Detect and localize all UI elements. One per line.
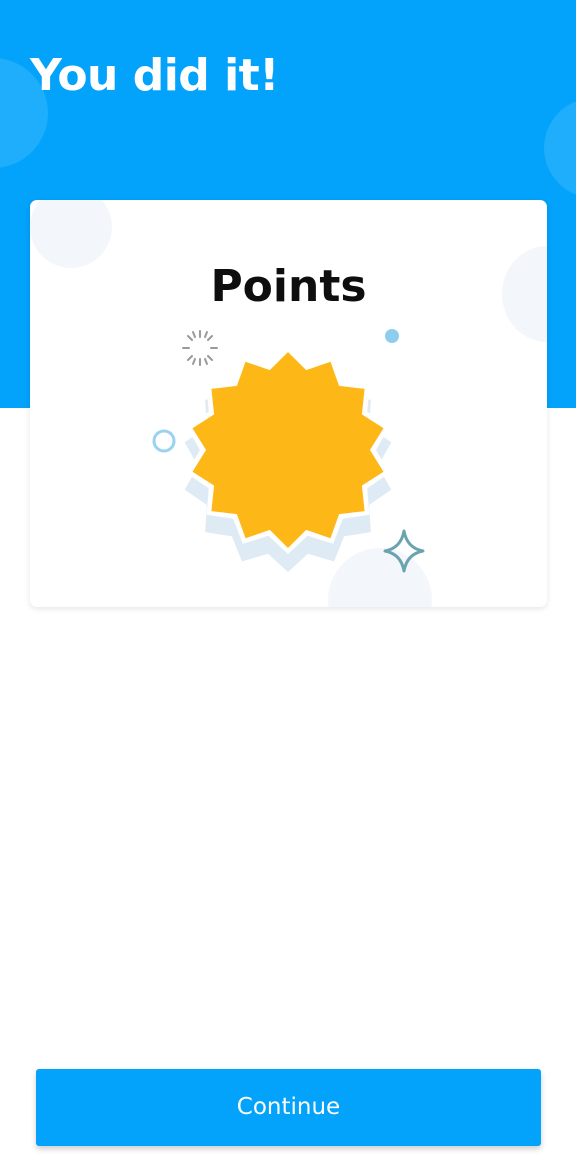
reward-illustration — [152, 329, 425, 573]
sparkle-star-icon — [383, 529, 425, 573]
continue-button[interactable]: Continue — [36, 1069, 541, 1146]
decorative-dot-icon — [385, 329, 399, 343]
sparkle-burst-icon — [182, 330, 218, 366]
reward-card: Points — [30, 200, 547, 607]
decorative-circle — [544, 98, 576, 198]
reward-screen: You did it! Points Continue — [0, 0, 576, 1160]
page-title: You did it! — [30, 50, 279, 101]
decorative-ring-icon — [152, 429, 176, 453]
